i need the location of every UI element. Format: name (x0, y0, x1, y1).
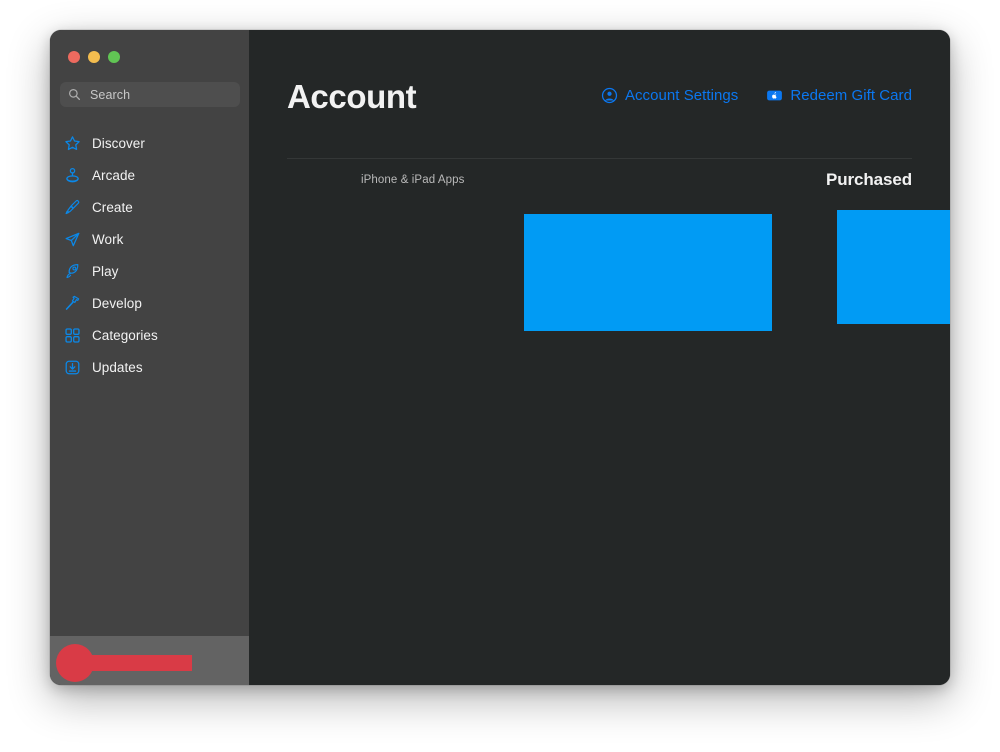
app-window: Search Discover Arcade Create Work Play … (50, 30, 950, 685)
sidebar-item-categories[interactable]: Categories (50, 319, 249, 351)
sidebar-item-work[interactable]: Work (50, 223, 249, 255)
sidebar-item-label: Arcade (92, 167, 136, 183)
sidebar-item-develop[interactable]: Develop (50, 287, 249, 319)
sidebar-item-create[interactable]: Create (50, 191, 249, 223)
content-block-right[interactable] (837, 210, 950, 324)
sidebar-item-label: Updates (92, 359, 143, 375)
header-divider (287, 158, 912, 159)
apple-giftcard-icon (766, 87, 783, 104)
page-header: Account Account Settings Redeem Gift Car… (287, 80, 912, 124)
search-input-placeholder: Search (90, 87, 131, 102)
download-box-icon (64, 359, 81, 376)
search-icon (68, 88, 81, 101)
section-heading: Purchased (825, 170, 912, 189)
paintbrush-icon (64, 199, 81, 216)
grid-icon (64, 327, 81, 344)
account-settings-button[interactable]: Account Settings (601, 87, 738, 104)
sidebar-item-label: Categories (92, 327, 158, 343)
paper-plane-icon (64, 231, 81, 248)
sidebar: Search Discover Arcade Create Work Play … (50, 30, 249, 685)
redeem-gift-card-label: Redeem Gift Card (790, 87, 912, 104)
sidebar-item-label: Create (92, 199, 133, 215)
window-controls (68, 51, 120, 63)
joystick-icon (64, 167, 81, 184)
section-header: iPhone & iPad Apps Purchased (287, 170, 912, 198)
page-title: Account (287, 78, 417, 115)
close-button[interactable] (68, 51, 80, 63)
star-icon (64, 135, 81, 152)
sidebar-item-label: Play (92, 263, 119, 279)
rocket-icon (64, 263, 81, 280)
redeem-gift-card-button[interactable]: Redeem Gift Card (766, 87, 912, 104)
sidebar-nav: Discover Arcade Create Work Play Develop… (50, 127, 249, 383)
header-actions: Account Settings Redeem Gift Card (601, 87, 912, 104)
sidebar-item-label: Develop (92, 295, 142, 311)
person-circle-icon (601, 87, 618, 104)
sidebar-item-arcade[interactable]: Arcade (50, 159, 249, 191)
sidebar-item-discover[interactable]: Discover (50, 127, 249, 159)
sidebar-item-play[interactable]: Play (50, 255, 249, 287)
sidebar-item-label: Discover (92, 135, 145, 151)
hammer-icon (64, 295, 81, 312)
search-field[interactable]: Search (60, 82, 240, 107)
annotation-bar (84, 655, 192, 671)
annotation-marker (56, 644, 192, 682)
sidebar-item-updates[interactable]: Updates (50, 351, 249, 383)
account-settings-label: Account Settings (624, 87, 739, 104)
minimize-button[interactable] (88, 51, 100, 63)
sidebar-item-label: Work (92, 231, 124, 247)
screenshot-stage: Search Discover Arcade Create Work Play … (0, 0, 1000, 752)
main-content: Account Account Settings Redeem Gift Car… (249, 30, 950, 685)
content-block-left[interactable] (524, 214, 772, 331)
section-subtitle: iPhone & iPad Apps (361, 174, 465, 186)
sidebar-footer (50, 636, 249, 685)
maximize-button[interactable] (108, 51, 120, 63)
